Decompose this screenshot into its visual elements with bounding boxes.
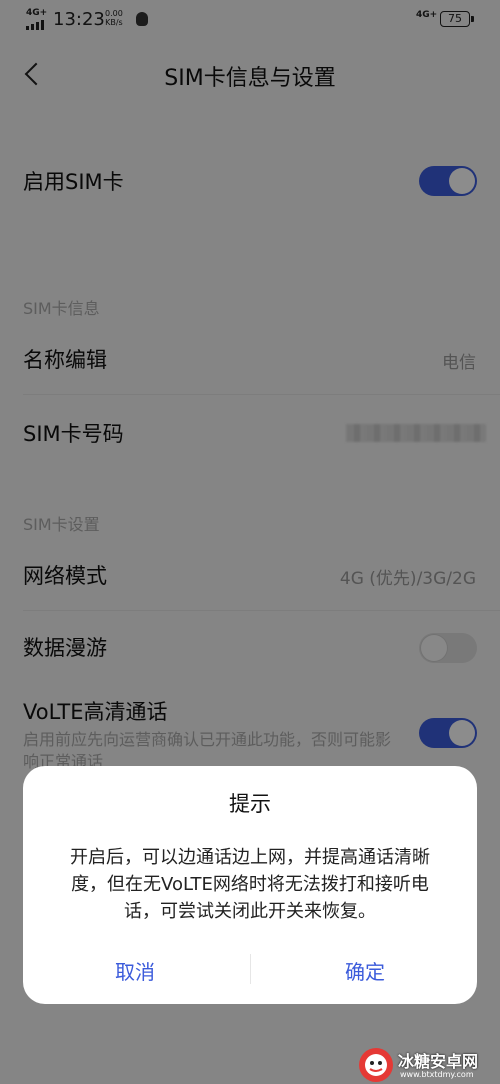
tip-dialog: 提示 开启后，可以边通话边上网，并提高通话清晰度，但在无VoLTE网络时将无法拨… — [23, 766, 477, 1004]
confirm-button[interactable]: 确定 — [275, 956, 455, 985]
cancel-button[interactable]: 取消 — [45, 956, 225, 985]
watermark-name: 冰糖安卓网 — [398, 1052, 479, 1071]
site-watermark: 冰糖安卓网 www.btxtdmy.com — [356, 1046, 500, 1084]
dialog-title: 提示 — [229, 792, 271, 816]
watermark-logo-icon — [359, 1048, 393, 1082]
button-divider — [250, 954, 251, 984]
dialog-message: 开启后，可以边通话边上网，并提高通话清晰度，但在无VoLTE网络时将无法拨打和接… — [70, 847, 430, 922]
watermark-url: www.btxtdmy.com — [400, 1070, 474, 1079]
